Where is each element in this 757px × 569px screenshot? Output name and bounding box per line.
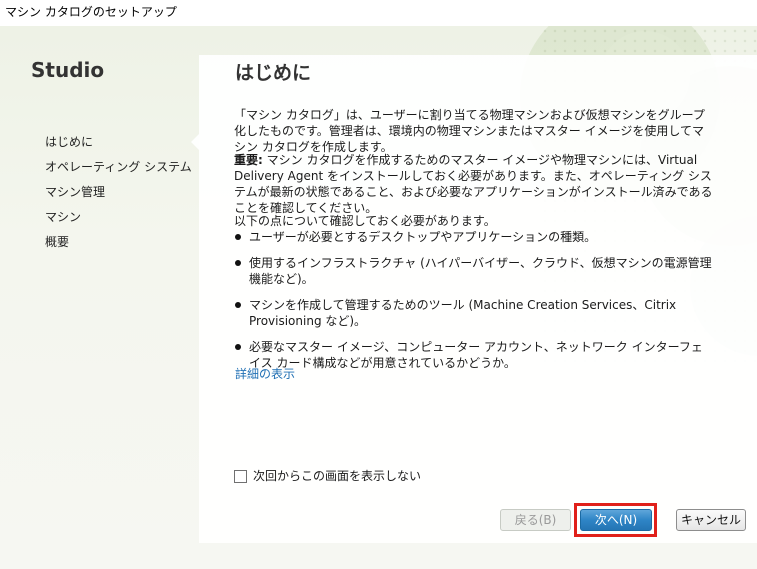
step-item: 概要 <box>45 235 70 249</box>
bullet-icon <box>235 260 241 266</box>
bullet-icon <box>235 344 241 350</box>
more-info-link[interactable]: 詳細の表示 <box>235 365 295 382</box>
important-paragraph: 重要: マシン カタログを作成するためのマスター イメージや物理マシンには、Vi… <box>234 152 714 216</box>
back-button[interactable]: 戻る(B) <box>500 509 571 531</box>
sidebar-title: Studio <box>31 58 105 82</box>
dont-show-again-option[interactable]: 次回からこの画面を表示しない <box>234 468 421 484</box>
step-item: マシン管理 <box>45 185 106 199</box>
list-item: 使用するインフラストラクチャ (ハイパーバイザー、クラウド、仮想マシンの電源管理… <box>234 255 714 287</box>
list-item: マシンを作成して管理するためのツール (Machine Creation Ser… <box>234 297 714 329</box>
bullet-icon <box>235 302 241 308</box>
dont-show-again-label: 次回からこの画面を表示しない <box>253 469 422 483</box>
important-label: 重要: <box>234 153 263 167</box>
intro-paragraph: 「マシン カタログ」は、ユーザーに割り当てる物理マシンおよび仮想マシンをグループ… <box>234 108 705 154</box>
current-step-pointer-icon <box>191 133 200 151</box>
important-text: マシン カタログを作成するためのマスター イメージや物理マシンには、Virtua… <box>234 153 713 215</box>
list-item-text: ユーザーが必要とするデスクトップやアプリケーションの種類。 <box>249 230 597 244</box>
window-title: マシン カタログのセットアップ <box>0 0 757 26</box>
dont-show-again-checkbox[interactable] <box>234 469 247 483</box>
next-button[interactable]: 次へ(N) <box>580 509 652 531</box>
page-heading: はじめに <box>235 62 312 84</box>
checklist: ユーザーが必要とするデスクトップやアプリケーションの種類。 使用するインフラスト… <box>234 229 714 381</box>
list-item-text: 使用するインフラストラクチャ (ハイパーバイザー、クラウド、仮想マシンの電源管理… <box>249 256 712 286</box>
bullet-icon <box>235 234 241 240</box>
checklist-intro: 以下の点について確認しておく必要があります。 <box>234 214 496 228</box>
list-item: ユーザーが必要とするデスクトップやアプリケーションの種類。 <box>234 229 714 245</box>
list-item-text: 必要なマスター イメージ、コンピューター アカウント、ネットワーク インターフェ… <box>249 340 703 370</box>
step-item: オペレーティング システム <box>45 160 192 174</box>
step-item-current: はじめに <box>45 135 94 149</box>
list-item-text: マシンを作成して管理するためのツール (Machine Creation Ser… <box>249 298 677 328</box>
cancel-button[interactable]: キャンセル <box>676 509 746 531</box>
list-item: 必要なマスター イメージ、コンピューター アカウント、ネットワーク インターフェ… <box>234 339 714 371</box>
wizard-step-list: はじめに オペレーティング システム マシン管理 マシン 概要 <box>45 132 192 257</box>
step-item: マシン <box>45 210 82 224</box>
